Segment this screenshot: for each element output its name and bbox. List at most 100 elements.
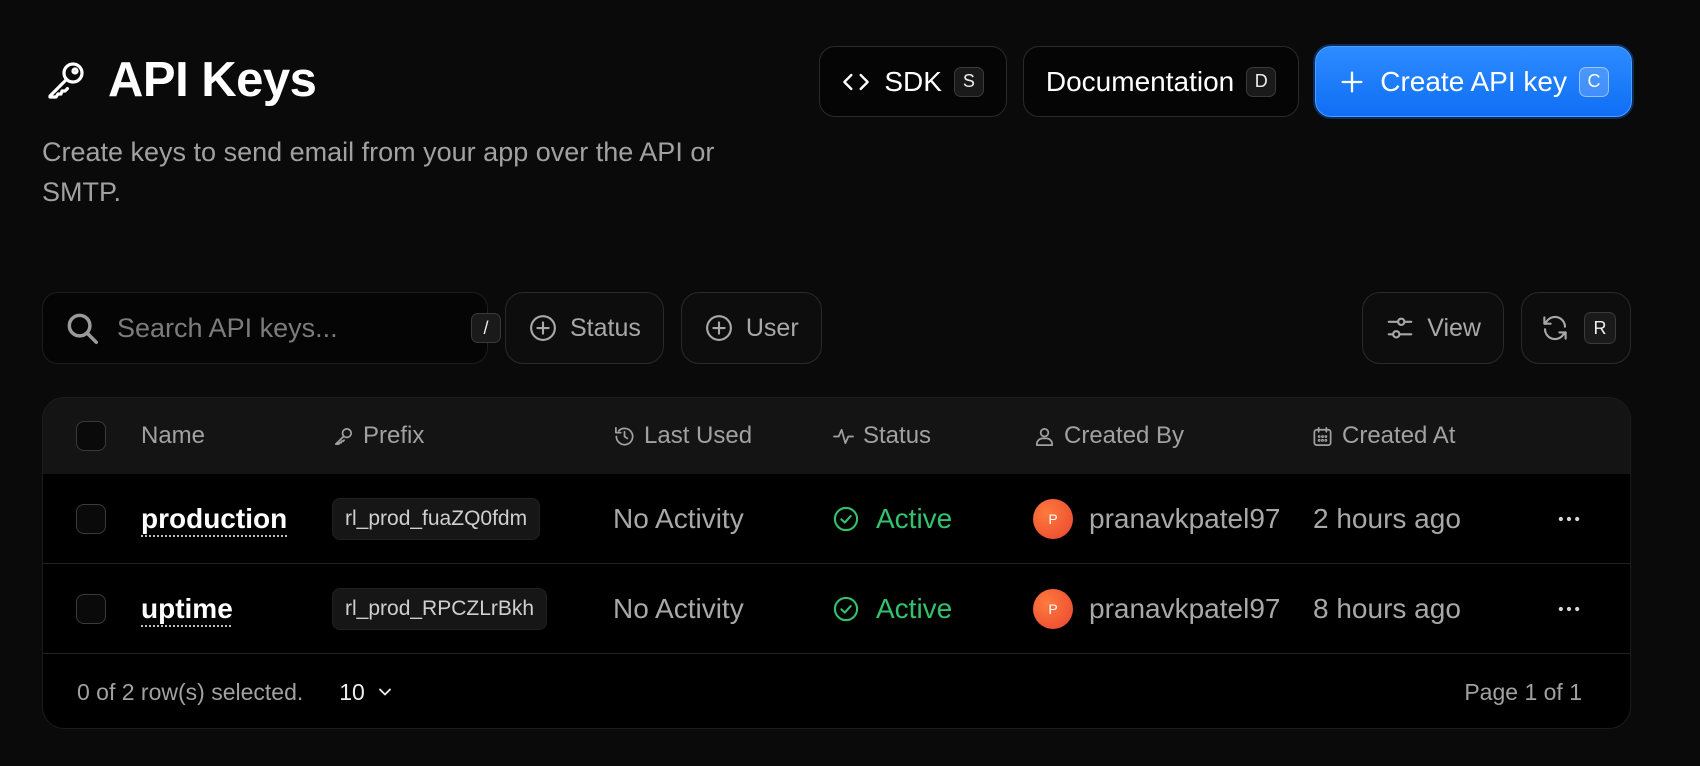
avatar: P — [1033, 589, 1073, 629]
created-by-cell: P pranavkpatel97 — [1033, 564, 1280, 654]
user-icon — [1033, 425, 1056, 448]
column-prefix-label: Prefix — [363, 422, 425, 449]
status-filter-button[interactable]: Status — [505, 292, 664, 364]
calendar-icon — [1311, 425, 1334, 448]
table-row: production rl_prod_fuaZQ0fdm No Activity… — [43, 474, 1630, 564]
avatar: P — [1033, 499, 1073, 539]
create-api-key-shortcut: C — [1579, 66, 1609, 97]
table-row: uptime rl_prod_RPCZLrBkh No Activity Act… — [43, 564, 1630, 654]
row-checkbox[interactable] — [76, 504, 106, 534]
column-created-by-label: Created By — [1064, 422, 1185, 449]
code-icon — [842, 68, 870, 96]
column-last-used-label: Last Used — [644, 422, 753, 449]
prefix-cell: rl_prod_fuaZQ0fdm — [332, 474, 541, 564]
view-button[interactable]: View — [1362, 292, 1504, 364]
view-label: View — [1427, 313, 1481, 342]
status-text: Active — [876, 503, 953, 534]
table-body: production rl_prod_fuaZQ0fdm No Activity… — [43, 474, 1630, 654]
chevron-down-icon — [375, 682, 395, 702]
key-icon — [332, 425, 355, 448]
page-size-value: 10 — [339, 678, 365, 705]
user-filter-button[interactable]: User — [680, 292, 822, 364]
plus-icon — [1338, 68, 1366, 96]
row-checkbox[interactable] — [76, 594, 106, 624]
history-icon — [613, 425, 636, 448]
search-icon — [63, 309, 101, 347]
refresh-icon — [1540, 313, 1570, 343]
page-title: API Keys — [108, 53, 317, 107]
column-status[interactable]: Status — [832, 398, 931, 474]
column-name-label: Name — [141, 422, 206, 449]
documentation-shortcut: D — [1246, 66, 1277, 97]
check-circle-icon — [832, 505, 860, 533]
last-used-cell: No Activity — [613, 564, 744, 654]
column-status-label: Status — [863, 422, 932, 449]
row-select-cell — [76, 564, 106, 654]
documentation-label: Documentation — [1045, 65, 1235, 97]
search-box: / — [42, 292, 501, 364]
sliders-icon — [1385, 313, 1415, 343]
status-cell: Active — [832, 564, 952, 654]
sdk-shortcut: S — [953, 66, 984, 97]
api-key-prefix: rl_prod_RPCZLrBkh — [332, 588, 548, 630]
column-last-used[interactable]: Last Used — [613, 398, 752, 474]
status-cell: Active — [832, 474, 952, 564]
select-all-checkbox[interactable] — [76, 421, 106, 451]
created-at-value: 2 hours ago — [1313, 503, 1461, 534]
sdk-label: SDK — [884, 65, 942, 97]
status-badge: Active — [832, 503, 952, 535]
more-options-icon[interactable] — [1555, 505, 1583, 533]
last-used-value: No Activity — [613, 593, 744, 624]
api-keys-table: Name Prefix Last Used Status Created By … — [42, 397, 1631, 729]
row-actions-cell — [1555, 474, 1583, 564]
column-created-by[interactable]: Created By — [1033, 398, 1184, 474]
api-key-name-link[interactable]: production — [141, 503, 287, 535]
activity-icon — [832, 425, 855, 448]
selection-count: 0 of 2 row(s) selected. — [77, 678, 304, 705]
row-actions-cell — [1555, 564, 1583, 654]
column-created-at[interactable]: Created At — [1311, 398, 1455, 474]
prefix-cell: rl_prod_RPCZLrBkh — [332, 564, 548, 654]
api-key-name-link[interactable]: uptime — [141, 593, 233, 625]
create-api-key-label: Create API key — [1380, 65, 1567, 97]
more-options-icon[interactable] — [1555, 595, 1583, 623]
api-key-prefix: rl_prod_fuaZQ0fdm — [332, 498, 541, 540]
column-name[interactable]: Name — [141, 398, 205, 474]
user-filter-label: User — [745, 313, 799, 342]
table-toolbar: / Status User View — [42, 292, 1631, 364]
row-select-cell — [76, 474, 106, 564]
last-used-cell: No Activity — [613, 474, 744, 564]
status-filter-label: Status — [570, 313, 641, 342]
status-text: Active — [876, 593, 953, 624]
created-at-value: 8 hours ago — [1313, 593, 1461, 624]
name-cell: production — [141, 474, 287, 564]
created-at-cell: 8 hours ago — [1313, 564, 1461, 654]
key-icon — [42, 56, 90, 104]
created-at-cell: 2 hours ago — [1313, 474, 1461, 564]
refresh-button[interactable]: R — [1521, 292, 1631, 364]
search-shortcut: / — [471, 313, 501, 343]
column-created-at-label: Created At — [1342, 422, 1456, 449]
created-by-cell: P pranavkpatel97 — [1033, 474, 1280, 564]
select-all-cell — [76, 398, 106, 474]
created-by-value: pranavkpatel97 — [1089, 593, 1281, 624]
page-size-select[interactable]: 10 — [339, 679, 395, 706]
refresh-shortcut: R — [1584, 312, 1616, 344]
name-cell: uptime — [141, 564, 233, 654]
table-footer: 0 of 2 row(s) selected. 10 Page 1 of 1 — [43, 654, 1630, 728]
last-used-value: No Activity — [613, 503, 744, 534]
pagination-label: Page 1 of 1 — [1464, 678, 1582, 705]
documentation-button[interactable]: Documentation D — [1022, 46, 1300, 117]
column-prefix[interactable]: Prefix — [332, 398, 424, 474]
page-subtitle: Create keys to send email from your app … — [42, 137, 715, 207]
status-badge: Active — [832, 593, 952, 625]
plus-circle-icon — [704, 313, 734, 343]
table-header: Name Prefix Last Used Status Created By … — [43, 398, 1630, 474]
sdk-button[interactable]: SDK S — [819, 46, 1007, 117]
page-header: API Keys — [42, 52, 317, 108]
create-api-key-button[interactable]: Create API key C — [1315, 46, 1632, 117]
header-actions: SDK S Documentation D Create API key C — [819, 46, 1632, 117]
search-input[interactable] — [117, 312, 471, 344]
created-by-value: pranavkpatel97 — [1089, 503, 1281, 534]
check-circle-icon — [832, 595, 860, 623]
